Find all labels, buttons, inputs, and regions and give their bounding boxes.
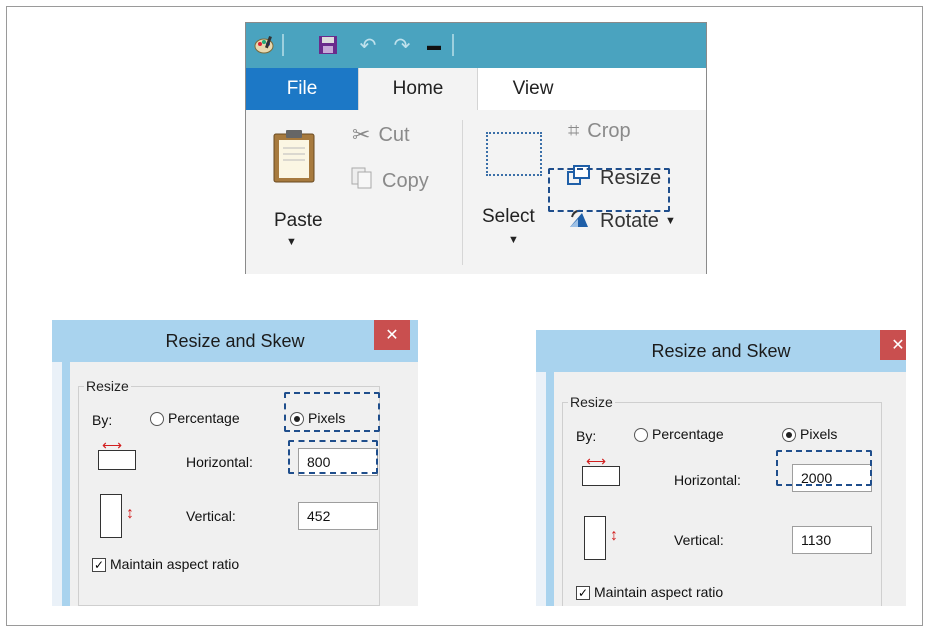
paste-dropdown-icon[interactable]: ▼ (286, 236, 297, 248)
close-button[interactable]: ✕ (374, 320, 410, 350)
horizontal-value-highlight (288, 440, 378, 474)
vertical-input[interactable]: 452 (298, 502, 378, 530)
horizontal-size-icon (98, 450, 136, 470)
crop-icon: ⌗ (568, 120, 580, 142)
select-dropdown-icon[interactable]: ▼ (508, 234, 519, 246)
horizontal-label: Horizontal: (186, 454, 253, 470)
cut-button[interactable]: ✂ Cut (352, 122, 410, 148)
clipboard-icon (272, 128, 316, 189)
select-button[interactable]: Select ▼ (478, 124, 548, 264)
vertical-label: Vertical: (674, 532, 724, 548)
paste-button[interactable]: Paste ▼ (256, 124, 326, 264)
dialog-titlebar: Resize and Skew (536, 330, 906, 372)
maintain-aspect-label: Maintain aspect ratio (594, 584, 724, 600)
percentage-radio[interactable] (150, 412, 164, 426)
pixels-label: Pixels (800, 426, 838, 442)
by-label: By: (576, 428, 597, 444)
horizontal-arrow-icon: ⟷ (586, 453, 607, 469)
maintain-aspect-label: Maintain aspect ratio (110, 556, 240, 572)
vertical-arrow-icon: ↕ (126, 505, 134, 522)
close-button[interactable]: ✕ (880, 330, 906, 360)
pixels-highlight (284, 392, 380, 432)
select-rectangle-icon (486, 132, 542, 176)
copy-icon (350, 166, 374, 196)
by-label: By: (92, 412, 113, 428)
percentage-label: Percentage (168, 410, 240, 426)
percentage-radio[interactable] (634, 428, 648, 442)
vertical-label: Vertical: (186, 508, 236, 524)
qat-separator (452, 34, 454, 56)
paint-app-icon[interactable] (252, 33, 276, 57)
vertical-arrow-icon: ↕ (610, 527, 618, 544)
paint-ribbon: ↶ ↷ ▬ File Home View Paste ▼ ✂ Cut Copy (245, 22, 707, 274)
qat-separator (282, 34, 284, 56)
copy-label: Copy (382, 169, 429, 192)
tab-file[interactable]: File (246, 68, 358, 110)
resize-group-title: Resize (84, 378, 131, 394)
rotate-dropdown-icon[interactable]: ▼ (665, 215, 676, 227)
vertical-size-icon (584, 516, 606, 560)
group-separator (462, 120, 463, 265)
resize-group-title: Resize (568, 394, 615, 410)
horizontal-arrow-icon: ⟷ (102, 437, 123, 453)
undo-icon[interactable]: ↶ (356, 33, 380, 57)
rotate-label: Rotate (600, 209, 659, 232)
cut-label: Cut (378, 123, 410, 146)
tab-view[interactable]: View (478, 68, 588, 110)
copy-button[interactable]: Copy (350, 166, 429, 196)
dialog-content: Resize By: Percentage Pixels ⟷ Horizonta… (546, 372, 906, 606)
dialog-title: Resize and Skew (165, 330, 305, 351)
paste-label: Paste (274, 210, 323, 231)
resize-highlight (548, 168, 670, 212)
maintain-aspect-checkbox[interactable]: ✓ (92, 558, 106, 572)
save-icon[interactable] (316, 33, 340, 57)
horizontal-size-icon (582, 466, 620, 486)
select-label: Select (482, 206, 535, 227)
tab-home[interactable]: Home (358, 68, 478, 110)
dialog-titlebar: Resize and Skew (52, 320, 418, 362)
vertical-input[interactable]: 1130 (792, 526, 872, 554)
ribbon-tabs: File Home View (246, 68, 706, 110)
vertical-size-icon (100, 494, 122, 538)
horizontal-label: Horizontal: (674, 472, 741, 488)
dialog-title: Resize and Skew (651, 340, 791, 361)
redo-icon[interactable]: ↷ (390, 33, 414, 57)
scissors-icon: ✂ (352, 122, 371, 147)
horizontal-value-highlight (776, 450, 872, 486)
pixels-radio[interactable] (782, 428, 796, 442)
customize-qat-icon[interactable]: ▬ (422, 33, 446, 57)
percentage-label: Percentage (652, 426, 724, 442)
crop-label: Crop (587, 120, 631, 142)
crop-button[interactable]: ⌗ Crop (568, 120, 631, 143)
quick-access-toolbar: ↶ ↷ ▬ (246, 23, 706, 68)
maintain-aspect-checkbox[interactable]: ✓ (576, 586, 590, 600)
